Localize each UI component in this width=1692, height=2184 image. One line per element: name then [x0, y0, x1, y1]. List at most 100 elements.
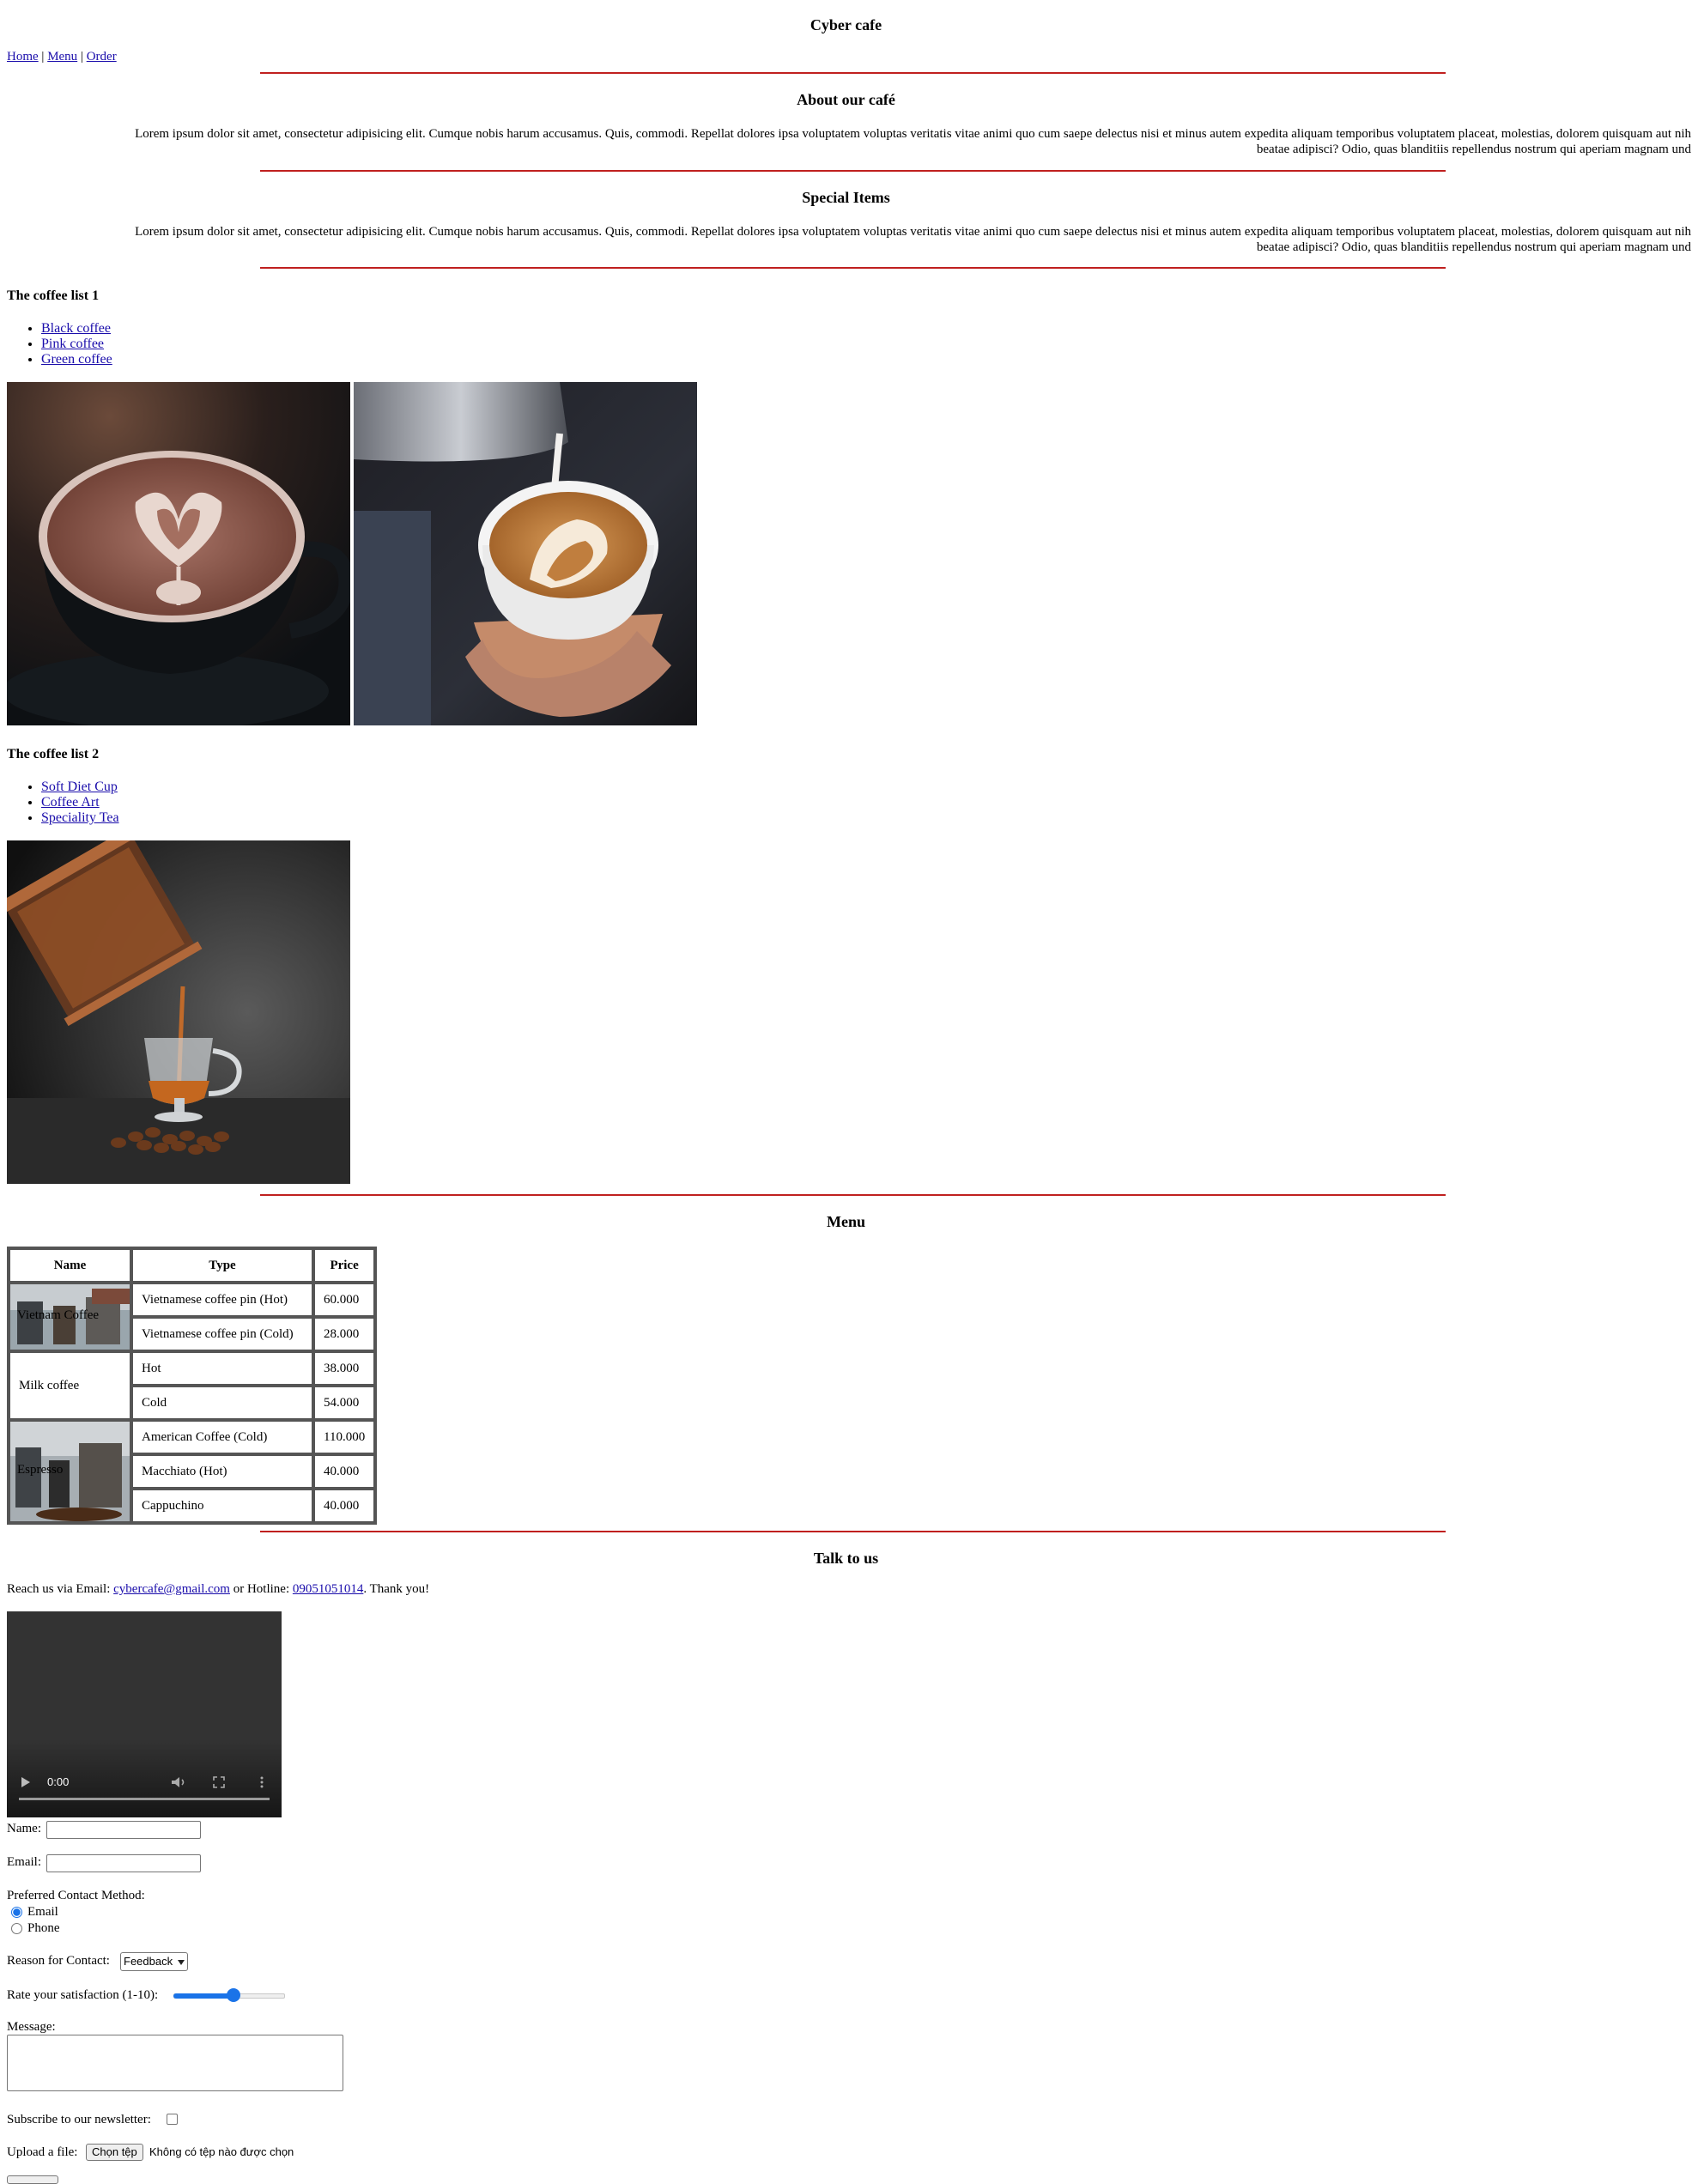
message-textarea[interactable]: [7, 2035, 343, 2091]
menu-title: Menu: [827, 1213, 865, 1230]
contact-method-label: Preferred Contact Method:: [7, 1889, 145, 1902]
nav-separator: |: [41, 50, 45, 64]
french-press-photo: [7, 840, 350, 1184]
nav-order-link[interactable]: Order: [87, 50, 117, 64]
name-input[interactable]: [46, 1821, 201, 1839]
satisfaction-slider[interactable]: [173, 1988, 285, 2002]
newsletter-checkbox[interactable]: [167, 2114, 178, 2125]
menu-item-price: 28.000: [313, 1317, 376, 1351]
coffee-link[interactable]: Coffee Art: [41, 795, 100, 810]
email-label: Email:: [7, 1855, 41, 1869]
contact-title: Talk to us: [813, 1550, 879, 1567]
menu-item-type: American Coffee (Cold): [131, 1420, 313, 1454]
coffee-list-2: Soft Diet Cup Coffee Art Speciality Tea: [7, 780, 119, 826]
divider: [260, 170, 1446, 172]
newsletter-label: Subscribe to our newsletter:: [7, 2113, 151, 2126]
coffee-link[interactable]: Green coffee: [41, 352, 112, 367]
nav-separator: |: [80, 50, 83, 64]
list-item: Pink coffee: [41, 337, 112, 352]
divider: [260, 1531, 1446, 1532]
video-player[interactable]: 0:00: [7, 1611, 282, 1817]
name-cell-vietnam-coffee: Vietnam Coffee: [9, 1283, 131, 1351]
list-item: Green coffee: [41, 352, 112, 367]
about-title: About our café: [797, 91, 895, 108]
column-header-name: Name: [9, 1248, 131, 1283]
divider: [260, 267, 1446, 269]
coffee-list-1-title: The coffee list 1: [7, 288, 100, 303]
message-label: Message:: [7, 2020, 56, 2034]
table-header-row: Name Type Price: [9, 1248, 376, 1283]
list-item: Speciality Tea: [41, 810, 119, 826]
menu-item-type: Cappuchino: [131, 1489, 313, 1523]
list-item: Black coffee: [41, 321, 112, 337]
menu-item-name: Espresso: [17, 1463, 64, 1477]
coffee-link[interactable]: Pink coffee: [41, 337, 104, 351]
contact-thanks: . Thank you!: [363, 1582, 430, 1596]
special-title: Special Items: [802, 189, 890, 206]
play-icon[interactable]: [21, 1776, 31, 1791]
coffee-link[interactable]: Soft Diet Cup: [41, 780, 118, 794]
divider: [260, 72, 1446, 74]
column-header-price: Price: [313, 1248, 376, 1283]
column-header-type: Type: [131, 1248, 313, 1283]
name-cell-espresso: Espresso: [9, 1420, 131, 1523]
menu-item-name: Vietnam Coffee: [17, 1308, 100, 1322]
contact-email-prefix: Reach us via Email:: [7, 1582, 111, 1596]
slider-fill: [173, 1993, 234, 1999]
no-file-text: Không có tệp nào được chọn: [149, 2145, 294, 2158]
name-label: Name:: [7, 1822, 41, 1835]
contact-hotline-link[interactable]: 09051051014: [293, 1582, 364, 1596]
chevron-down-icon: [177, 1955, 185, 1968]
menu-item-price: 110.000: [313, 1420, 376, 1454]
menu-item-price: 54.000: [313, 1386, 376, 1420]
menu-item-price: 60.000: [313, 1283, 376, 1317]
nav-menu-link[interactable]: Menu: [47, 50, 77, 64]
reason-selected-value: Feedback: [124, 1955, 173, 1968]
contact-line: Reach us via Email: cybercafe@gmail.com …: [7, 1582, 429, 1597]
about-paragraph-line-2: beatae adipisci? Odio, quas blanditiis r…: [1256, 143, 1691, 156]
menu-item-type: Vietnamese coffee pin (Hot): [131, 1283, 313, 1317]
coffee-list-2-title: The coffee list 2: [7, 747, 100, 761]
method-email-label: Email: [27, 1905, 58, 1919]
latte-art-mug-photo: [7, 382, 350, 725]
reason-label: Reason for Contact:: [7, 1954, 110, 1968]
more-options-icon[interactable]: [260, 1776, 264, 1791]
top-nav: Home | Menu | Order: [7, 50, 117, 64]
choose-file-button[interactable]: Chọn tệp: [86, 2144, 143, 2161]
site-title: Cyber cafe: [810, 16, 882, 33]
menu-item-type: Vietnamese coffee pin (Cold): [131, 1317, 313, 1351]
menu-item-type: Cold: [131, 1386, 313, 1420]
volume-icon[interactable]: [171, 1776, 186, 1791]
special-paragraph-line-1: Lorem ipsum dolor sit amet, consectetur …: [135, 225, 1691, 239]
rating-label: Rate your satisfaction (1-10):: [7, 1988, 159, 2002]
coffee-list-1: Black coffee Pink coffee Green coffee: [7, 321, 112, 367]
upload-label: Upload a file:: [7, 2145, 78, 2159]
email-input[interactable]: [46, 1854, 201, 1872]
latte-pour-photo: [354, 382, 697, 725]
video-time: 0:00: [47, 1775, 70, 1788]
menu-item-type: Macchiato (Hot): [131, 1454, 313, 1489]
slider-thumb[interactable]: [227, 1988, 241, 2002]
divider: [260, 1194, 1446, 1196]
coffee-link[interactable]: Black coffee: [41, 321, 111, 336]
reason-select[interactable]: Feedback: [120, 1952, 188, 1971]
method-phone-radio[interactable]: [11, 1923, 22, 1934]
menu-item-price: 40.000: [313, 1454, 376, 1489]
menu-table: Name Type Price Vietnam Coffee Vietnames…: [7, 1247, 378, 1525]
table-row: Vietnam Coffee Vietnamese coffee pin (Ho…: [9, 1283, 376, 1351]
menu-item-name: Milk coffee: [9, 1351, 131, 1420]
coffee-link[interactable]: Speciality Tea: [41, 810, 119, 825]
contact-hotline-prefix: or Hotline:: [233, 1582, 290, 1596]
table-row: Espresso American Coffee (Cold) 110.000: [9, 1420, 376, 1523]
menu-item-price: 38.000: [313, 1351, 376, 1386]
nav-home-link[interactable]: Home: [7, 50, 39, 64]
video-progress-bar[interactable]: [19, 1798, 270, 1800]
list-item: Coffee Art: [41, 795, 119, 810]
method-email-radio[interactable]: [11, 1907, 22, 1918]
about-paragraph-line-1: Lorem ipsum dolor sit amet, consectetur …: [135, 127, 1691, 141]
fullscreen-icon[interactable]: [213, 1776, 225, 1791]
special-paragraph-line-2: beatae adipisci? Odio, quas blanditiis r…: [1256, 240, 1691, 254]
contact-email-link[interactable]: cybercafe@gmail.com: [113, 1582, 230, 1596]
menu-item-price: 40.000: [313, 1489, 376, 1523]
submit-button[interactable]: [7, 2175, 58, 2184]
